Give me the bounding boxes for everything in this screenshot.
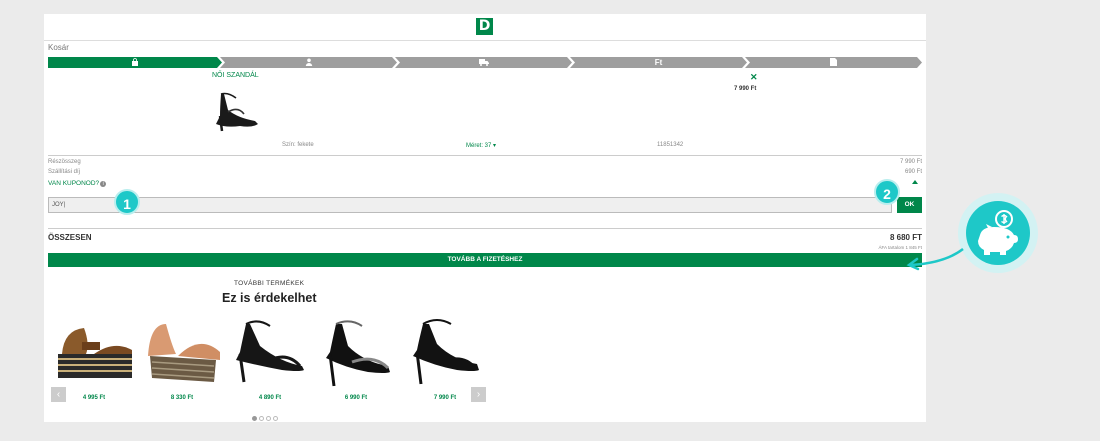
step-account[interactable] (220, 57, 397, 68)
piggy-bank-graphic (978, 210, 1018, 255)
truck-icon (479, 58, 489, 66)
product-color: Szín: fekete (282, 142, 314, 148)
coupon-input[interactable]: JOY| (48, 197, 892, 213)
reco-item[interactable]: 8 330 Ft (138, 316, 226, 401)
step-confirm[interactable] (745, 57, 922, 68)
shipping-label: Szállítási díj (48, 169, 81, 175)
product-sku: 11851342 (657, 142, 684, 148)
bag-icon (131, 58, 139, 66)
user-icon (305, 58, 313, 66)
brand-logo[interactable]: D (476, 18, 493, 35)
carousel-prev-button[interactable]: ‹ (51, 387, 66, 402)
collapse-caret-icon[interactable] (912, 180, 918, 184)
step-cart[interactable] (48, 57, 222, 68)
coupon-ok-button[interactable]: OK (897, 197, 922, 213)
pointer-arrow-icon (906, 248, 964, 271)
step-badge-2: 2 (874, 179, 900, 205)
product-image (236, 320, 304, 383)
reco-price: 8 330 Ft (170, 395, 194, 401)
step-payment[interactable]: Ft (570, 57, 747, 68)
product-image (58, 328, 132, 378)
product-image (326, 320, 390, 387)
piggy-bank-icon (966, 201, 1030, 265)
coupon-toggle-label: VAN KUPONOD? (48, 180, 100, 187)
recommendations-title: Ez is érdekelhet (222, 291, 317, 305)
product-image (148, 324, 220, 382)
carousel-pagination (252, 408, 286, 421)
info-icon[interactable]: i (100, 181, 107, 187)
pagination-dot[interactable] (259, 416, 264, 421)
reco-item[interactable]: 4 890 Ft (226, 316, 314, 401)
reco-price: 6 990 Ft (344, 395, 368, 401)
total-label: ÖSSZESEN (48, 233, 92, 242)
product-image[interactable] (208, 88, 264, 132)
product-price: 7 990 Ft (734, 86, 757, 92)
divider (48, 228, 922, 229)
breadcrumb: Kosár (48, 43, 69, 52)
reco-item[interactable]: 6 990 Ft (312, 316, 400, 401)
step-badge-1: 1 (114, 189, 140, 215)
header-divider (44, 40, 926, 41)
total-value: 8 680 FT (889, 233, 922, 242)
document-icon (830, 58, 837, 66)
cart-page: D Kosár Ft NŐI SZANDÁL ✕ 7 990 Ft Szín: … (44, 14, 926, 422)
carousel-next-button[interactable]: › (471, 387, 486, 402)
close-icon[interactable]: ✕ (750, 72, 758, 83)
coupon-toggle[interactable]: VAN KUPONOD? i (48, 180, 107, 187)
pagination-dot[interactable] (273, 416, 278, 421)
subtotal-value: 7 990 Ft (899, 159, 922, 165)
checkout-button[interactable]: TOVÁBB A FIZETÉSHEZ (48, 253, 922, 267)
step-shipping[interactable] (395, 57, 572, 68)
checkout-progress: Ft (48, 57, 922, 68)
reco-price: 4 890 Ft (258, 395, 282, 401)
step-payment-label: Ft (654, 58, 663, 67)
product-image (413, 319, 479, 385)
recommendations-eyebrow: TOVÁBBI TERMÉKEK (234, 280, 305, 287)
size-select[interactable]: Méret: 37 ▾ (466, 142, 496, 149)
subtotal-label: Részösszeg (48, 159, 81, 165)
pagination-dot[interactable] (266, 416, 271, 421)
pagination-dot[interactable] (252, 416, 257, 421)
shipping-value: 690 Ft (904, 169, 922, 175)
product-title[interactable]: NŐI SZANDÁL (212, 72, 259, 79)
divider (48, 155, 922, 156)
